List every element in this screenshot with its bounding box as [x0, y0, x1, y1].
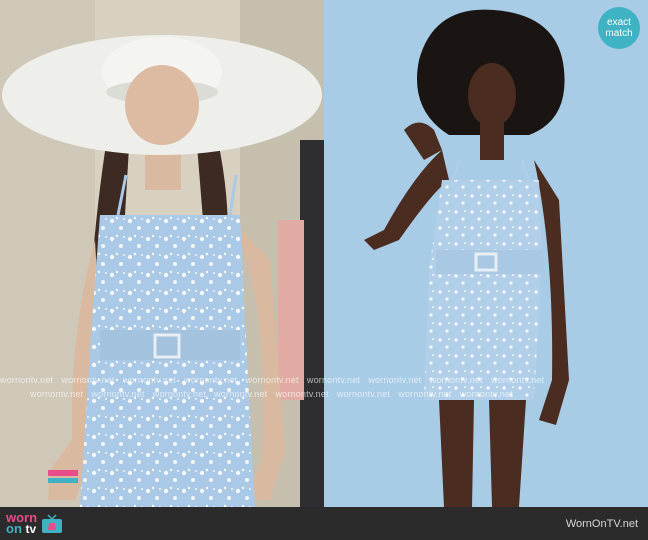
site-label: WornOnTV.net	[565, 517, 638, 530]
brand-logo[interactable]: worn on tv	[6, 511, 63, 536]
badge-line-1: exact	[607, 17, 631, 28]
exact-match-badge: exact match	[598, 7, 640, 49]
brand-on: on	[6, 521, 22, 536]
left-photo-illustration	[0, 0, 324, 507]
brand-tv: tv	[25, 522, 37, 536]
footer-bar: worn on tv WornOnTV.net	[0, 507, 648, 540]
left-photo	[0, 0, 324, 507]
tv-icon	[42, 513, 63, 533]
brand-wordmark: worn on tv	[6, 511, 37, 536]
badge-line-2: match	[605, 28, 633, 39]
photo-stage: wornontv.net wornontv.net wornontv.net w…	[0, 0, 648, 507]
right-photo	[324, 0, 648, 507]
right-photo-illustration	[324, 0, 648, 507]
